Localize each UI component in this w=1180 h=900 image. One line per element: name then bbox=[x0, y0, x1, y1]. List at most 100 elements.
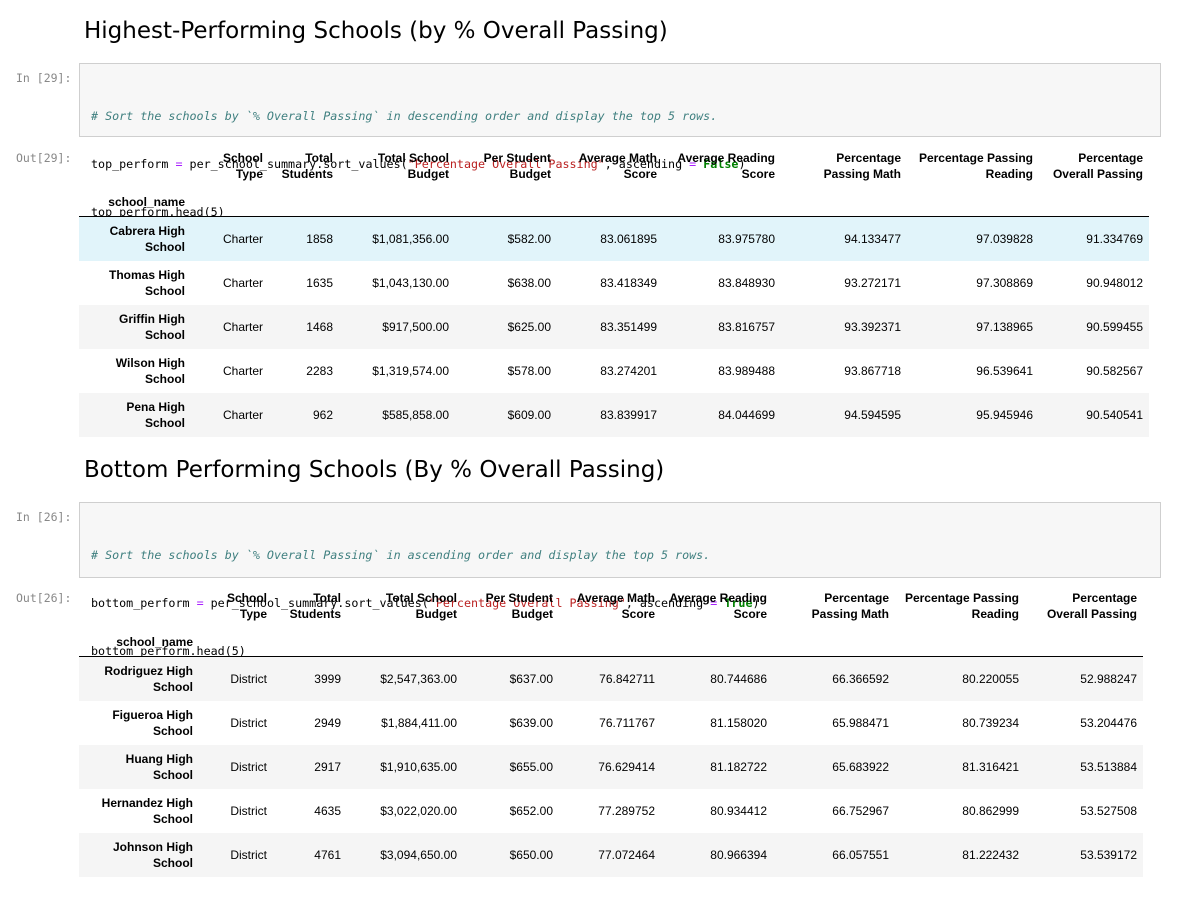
blank-header bbox=[661, 628, 773, 657]
blank-header bbox=[463, 628, 559, 657]
cell-per-student: $652.00 bbox=[509, 803, 553, 818]
blank-header bbox=[1039, 188, 1149, 217]
blank-header bbox=[559, 628, 661, 657]
table-row[interactable]: Hernandez High School District 4635 $3,022,… bbox=[79, 789, 1143, 833]
cell-type: District bbox=[230, 847, 267, 862]
cell-per-student: $650.00 bbox=[509, 847, 553, 862]
table-row[interactable]: Rodriguez High School District 3999 $2,547,… bbox=[79, 656, 1143, 701]
table-row[interactable]: Thomas High School Charter 1635 $1,043,130.… bbox=[79, 261, 1149, 305]
table-row[interactable]: Johnson High School District 4761 $3,094,65… bbox=[79, 832, 1143, 877]
cell-pct-math: 65.988471 bbox=[832, 715, 889, 730]
cell-budget: $3,022,020.00 bbox=[380, 803, 457, 818]
cell-students: 2917 bbox=[314, 759, 341, 774]
cell-pct-reading: 81.222432 bbox=[962, 847, 1019, 862]
cell-per-student: $582.00 bbox=[507, 231, 551, 246]
cell-pct-math: 93.272171 bbox=[844, 275, 901, 290]
blank-header bbox=[79, 144, 191, 188]
cell-budget: $1,319,574.00 bbox=[372, 363, 449, 378]
cell-math: 83.274201 bbox=[600, 363, 657, 378]
cell-reading: 83.975780 bbox=[718, 231, 775, 246]
cell-students: 1468 bbox=[306, 319, 333, 334]
cell-pct-reading: 81.316421 bbox=[962, 759, 1019, 774]
cell-reading: 81.158020 bbox=[710, 715, 767, 730]
column-header-pct-reading: Percentage Passing Reading bbox=[904, 591, 1019, 621]
cell-reading: 83.848930 bbox=[718, 275, 775, 290]
cell-per-student: $638.00 bbox=[507, 275, 551, 290]
cell-students: 4635 bbox=[314, 803, 341, 818]
cell-pct-reading: 97.039828 bbox=[976, 231, 1033, 246]
table-row[interactable]: Figueroa High School District 2949 $1,884,4… bbox=[79, 701, 1143, 745]
blank-header bbox=[191, 188, 269, 217]
table-row[interactable]: Wilson High School Charter 2283 $1,319,574.… bbox=[79, 349, 1149, 393]
cell-reading: 80.966394 bbox=[710, 847, 767, 862]
cell-pct-overall: 91.334769 bbox=[1086, 231, 1143, 246]
cell-math: 83.839917 bbox=[600, 407, 657, 422]
cell-per-student: $625.00 bbox=[507, 319, 551, 334]
blank-header bbox=[907, 188, 1039, 217]
cell-pct-overall: 53.204476 bbox=[1080, 715, 1137, 730]
cell-pct-overall: 53.539172 bbox=[1080, 847, 1137, 862]
cell-budget: $2,547,363.00 bbox=[380, 671, 457, 686]
blank-header bbox=[273, 628, 347, 657]
cell-reading: 83.989488 bbox=[718, 363, 775, 378]
cell-type: District bbox=[230, 803, 267, 818]
cell-pct-overall: 90.599455 bbox=[1086, 319, 1143, 334]
row-index-school-name: Pena High School bbox=[126, 399, 185, 430]
cell-type: Charter bbox=[222, 407, 263, 422]
cell-students: 2283 bbox=[306, 363, 333, 378]
row-index-school-name: Griffin High School bbox=[119, 311, 185, 342]
row-index-school-name: Thomas High School bbox=[108, 267, 185, 298]
blank-header bbox=[79, 584, 199, 628]
cell-budget: $1,081,356.00 bbox=[372, 231, 449, 246]
cell-pct-math: 93.392371 bbox=[844, 319, 901, 334]
cell-budget: $3,094,650.00 bbox=[380, 847, 457, 862]
code-cell-bottom[interactable]: # Sort the schools by `% Overall Passing… bbox=[79, 502, 1161, 658]
cell-math: 83.061895 bbox=[600, 231, 657, 246]
cell-budget: $1,910,635.00 bbox=[380, 759, 457, 774]
cell-pct-math: 66.057551 bbox=[832, 847, 889, 862]
index-header-row: school_name bbox=[79, 628, 1143, 657]
column-header-per-student: Per Student Budget bbox=[483, 151, 551, 181]
cell-reading: 80.934412 bbox=[710, 803, 767, 818]
cell-students: 1635 bbox=[306, 275, 333, 290]
column-header-pct-overall: Percentage Overall Passing bbox=[1046, 591, 1137, 621]
column-header-math: Average Math Score bbox=[576, 591, 655, 621]
index-name-header: school_name bbox=[108, 195, 185, 209]
row-index-school-name: Wilson High School bbox=[115, 355, 185, 386]
cell-math: 77.289752 bbox=[598, 803, 655, 818]
code-comment: # Sort the schools by `% Overall Passing… bbox=[91, 109, 718, 123]
column-header-pct-overall: Percentage Overall Passing bbox=[1052, 151, 1143, 181]
table-row[interactable]: Cabrera High School Charter 1858 $1,081,356… bbox=[79, 216, 1149, 261]
blank-header bbox=[269, 188, 339, 217]
column-header-budget: Total School Budget bbox=[377, 151, 449, 181]
in-prompt-top: In [29]: bbox=[16, 71, 72, 85]
code-comment: # Sort the schools by `% Overall Passing… bbox=[91, 548, 711, 562]
blank-header bbox=[339, 188, 455, 217]
cell-students: 2949 bbox=[314, 715, 341, 730]
blank-header bbox=[895, 628, 1025, 657]
cell-pct-reading: 96.539641 bbox=[976, 363, 1033, 378]
cell-budget: $1,043,130.00 bbox=[372, 275, 449, 290]
column-header-row: School Type Total Students Total School Bu… bbox=[79, 144, 1149, 188]
cell-students: 4761 bbox=[314, 847, 341, 862]
cell-math: 83.351499 bbox=[600, 319, 657, 334]
table-row[interactable]: Huang High School District 2917 $1,910,635.… bbox=[79, 744, 1143, 789]
cell-pct-overall: 53.513884 bbox=[1080, 759, 1137, 774]
cell-per-student: $655.00 bbox=[509, 759, 553, 774]
cell-budget: $585,858.00 bbox=[382, 407, 449, 422]
blank-header bbox=[773, 628, 895, 657]
column-header-students: Total Students bbox=[281, 151, 333, 181]
table-row[interactable]: Griffin High School Charter 1468 $917,500.0… bbox=[79, 304, 1149, 349]
row-index-school-name: Figueroa High School bbox=[112, 707, 193, 738]
row-index-school-name: Cabrera High School bbox=[109, 223, 185, 254]
in-prompt-bottom: In [26]: bbox=[16, 510, 72, 524]
column-header-row: School Type Total Students Total School Bu… bbox=[79, 584, 1143, 628]
cell-students: 962 bbox=[312, 407, 333, 422]
row-index-school-name: Rodriguez High School bbox=[104, 663, 193, 694]
cell-students: 3999 bbox=[314, 671, 341, 686]
row-index-school-name: Hernandez High School bbox=[101, 795, 193, 826]
table-row[interactable]: Pena High School Charter 962 $585,858.00 $60… bbox=[79, 392, 1149, 437]
code-cell-top[interactable]: # Sort the schools by `% Overall Passing… bbox=[79, 63, 1161, 219]
cell-students: 1858 bbox=[306, 231, 333, 246]
cell-pct-math: 65.683922 bbox=[832, 759, 889, 774]
